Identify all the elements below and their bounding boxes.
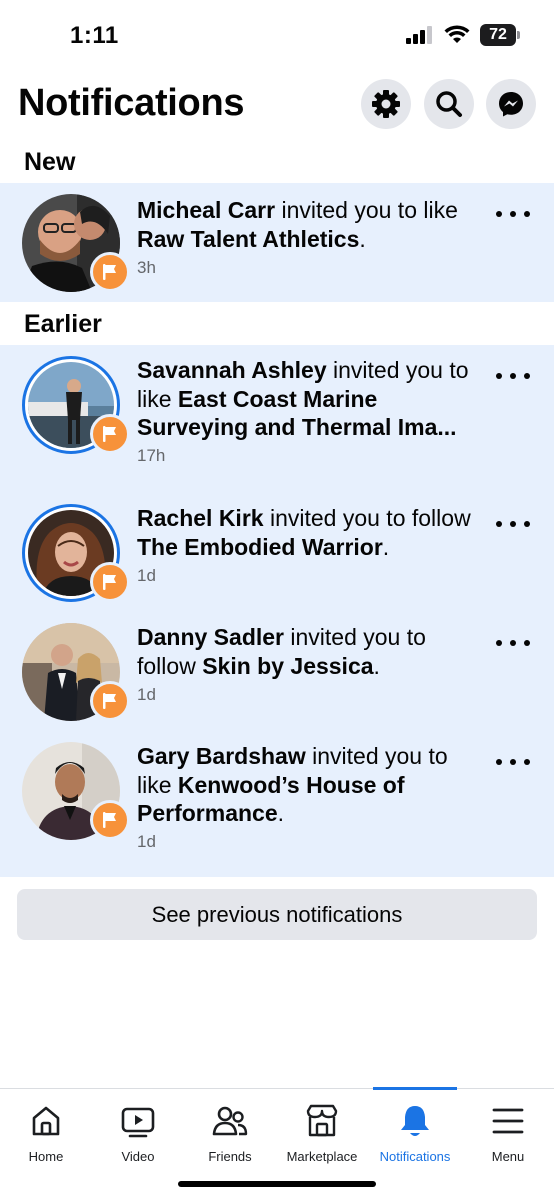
notification-time: 1d <box>137 685 156 704</box>
notification-target: Kenwood’s House of Performance <box>137 771 405 827</box>
more-options-button[interactable] <box>496 514 530 534</box>
notification-text: Rachel Kirk invited you to follow The Em… <box>137 504 477 561</box>
nav-tab-notifications[interactable]: Notifications <box>369 1089 461 1179</box>
status-time: 1:11 <box>70 22 119 49</box>
notification-actor: Gary Bardshaw <box>137 743 306 769</box>
notification-actor: Micheal Carr <box>137 197 276 223</box>
notification-action: invited you to follow <box>263 505 471 531</box>
notification-actor: Rachel Kirk <box>137 505 264 531</box>
notification-suffix: . <box>382 533 390 560</box>
notification-text: Gary Bardshaw invited you to like Kenwoo… <box>137 742 477 828</box>
nav-tab-video[interactable]: Video <box>92 1089 184 1179</box>
notification-action: invited you to like <box>275 197 458 223</box>
notification-item[interactable]: Micheal Carr invited you to like Raw Tal… <box>0 184 554 302</box>
menu-icon <box>492 1108 524 1134</box>
avatar <box>22 194 130 292</box>
notification-time: 3h <box>137 258 156 277</box>
nav-tab-friends[interactable]: Friends <box>184 1089 276 1179</box>
gear-icon <box>372 90 400 118</box>
home-indicator <box>178 1181 376 1187</box>
see-previous-notifications-button[interactable]: See previous notifications <box>17 889 537 940</box>
notification-item[interactable]: Danny Sadler invited you to follow Skin … <box>0 613 554 731</box>
marketplace-icon <box>306 1104 338 1137</box>
nav-label: Menu <box>491 1149 525 1164</box>
wifi-icon <box>444 25 470 43</box>
avatar <box>22 742 130 840</box>
nav-tab-home[interactable]: Home <box>0 1089 92 1179</box>
notification-text: Micheal Carr invited you to like Raw Tal… <box>137 196 477 253</box>
notification-time: 1d <box>137 832 156 851</box>
settings-button[interactable] <box>361 79 411 129</box>
notification-actor: Savannah Ashley <box>137 357 327 383</box>
section-label-new: New <box>24 148 76 176</box>
notification-target: East Coast Marine Surveying and Thermal … <box>137 385 457 441</box>
page-title: Notifications <box>18 82 245 124</box>
avatar <box>22 504 130 602</box>
avatar <box>22 356 130 454</box>
page-invite-badge <box>90 562 130 602</box>
bell-icon <box>401 1106 429 1136</box>
friends-icon <box>212 1106 248 1136</box>
flag-icon <box>103 574 116 590</box>
status-icons: 72 <box>406 24 520 46</box>
more-options-button[interactable] <box>496 204 530 224</box>
nav-label: Video <box>121 1149 155 1164</box>
page-invite-badge <box>90 681 130 721</box>
video-icon <box>121 1107 155 1138</box>
nav-tab-marketplace[interactable]: Marketplace <box>276 1089 368 1179</box>
nav-label: Notifications <box>379 1149 451 1164</box>
nav-tab-menu[interactable]: Menu <box>462 1089 554 1179</box>
notification-suffix: . <box>359 225 366 252</box>
home-icon <box>32 1106 60 1136</box>
status-bar: 1:11 72 <box>0 0 554 70</box>
more-options-button[interactable] <box>496 752 530 772</box>
more-options-button[interactable] <box>496 366 530 386</box>
page-invite-badge <box>90 414 130 454</box>
nav-label: Marketplace <box>286 1149 358 1164</box>
notification-item[interactable]: Rachel Kirk invited you to follow The Em… <box>0 494 554 612</box>
more-options-button[interactable] <box>496 633 530 653</box>
notification-time: 1d <box>137 566 156 585</box>
search-button[interactable] <box>424 79 474 129</box>
notification-target: The Embodied Warrior <box>137 533 383 560</box>
notification-suffix: . <box>277 800 285 826</box>
avatar <box>22 623 130 721</box>
section-label-earlier: Earlier <box>24 310 102 338</box>
nav-label: Home <box>28 1149 64 1164</box>
battery-indicator: 72 <box>480 24 520 46</box>
search-icon <box>436 91 462 117</box>
notification-target: Raw Talent Athletics <box>137 225 360 252</box>
signal-icon <box>406 26 432 44</box>
flag-icon <box>103 264 116 280</box>
messenger-icon <box>499 92 523 117</box>
notification-text: Danny Sadler invited you to follow Skin … <box>137 623 477 680</box>
flag-icon <box>103 812 116 828</box>
page-invite-badge <box>90 252 130 292</box>
notification-time: 17h <box>137 446 166 465</box>
notification-item[interactable]: Gary Bardshaw invited you to like Kenwoo… <box>0 732 554 851</box>
flag-icon <box>103 426 116 442</box>
notification-text: Savannah Ashley invited you to like East… <box>137 356 477 442</box>
header: Notifications <box>0 74 554 136</box>
flag-icon <box>103 693 116 709</box>
notification-actor: Danny Sadler <box>137 624 284 650</box>
notification-item[interactable]: Savannah Ashley invited you to like East… <box>0 346 554 465</box>
messenger-button[interactable] <box>486 79 536 129</box>
nav-label: Friends <box>208 1149 252 1164</box>
page-invite-badge <box>90 800 130 840</box>
notification-target: Skin by Jessica <box>202 652 374 679</box>
notification-suffix: . <box>373 652 380 679</box>
